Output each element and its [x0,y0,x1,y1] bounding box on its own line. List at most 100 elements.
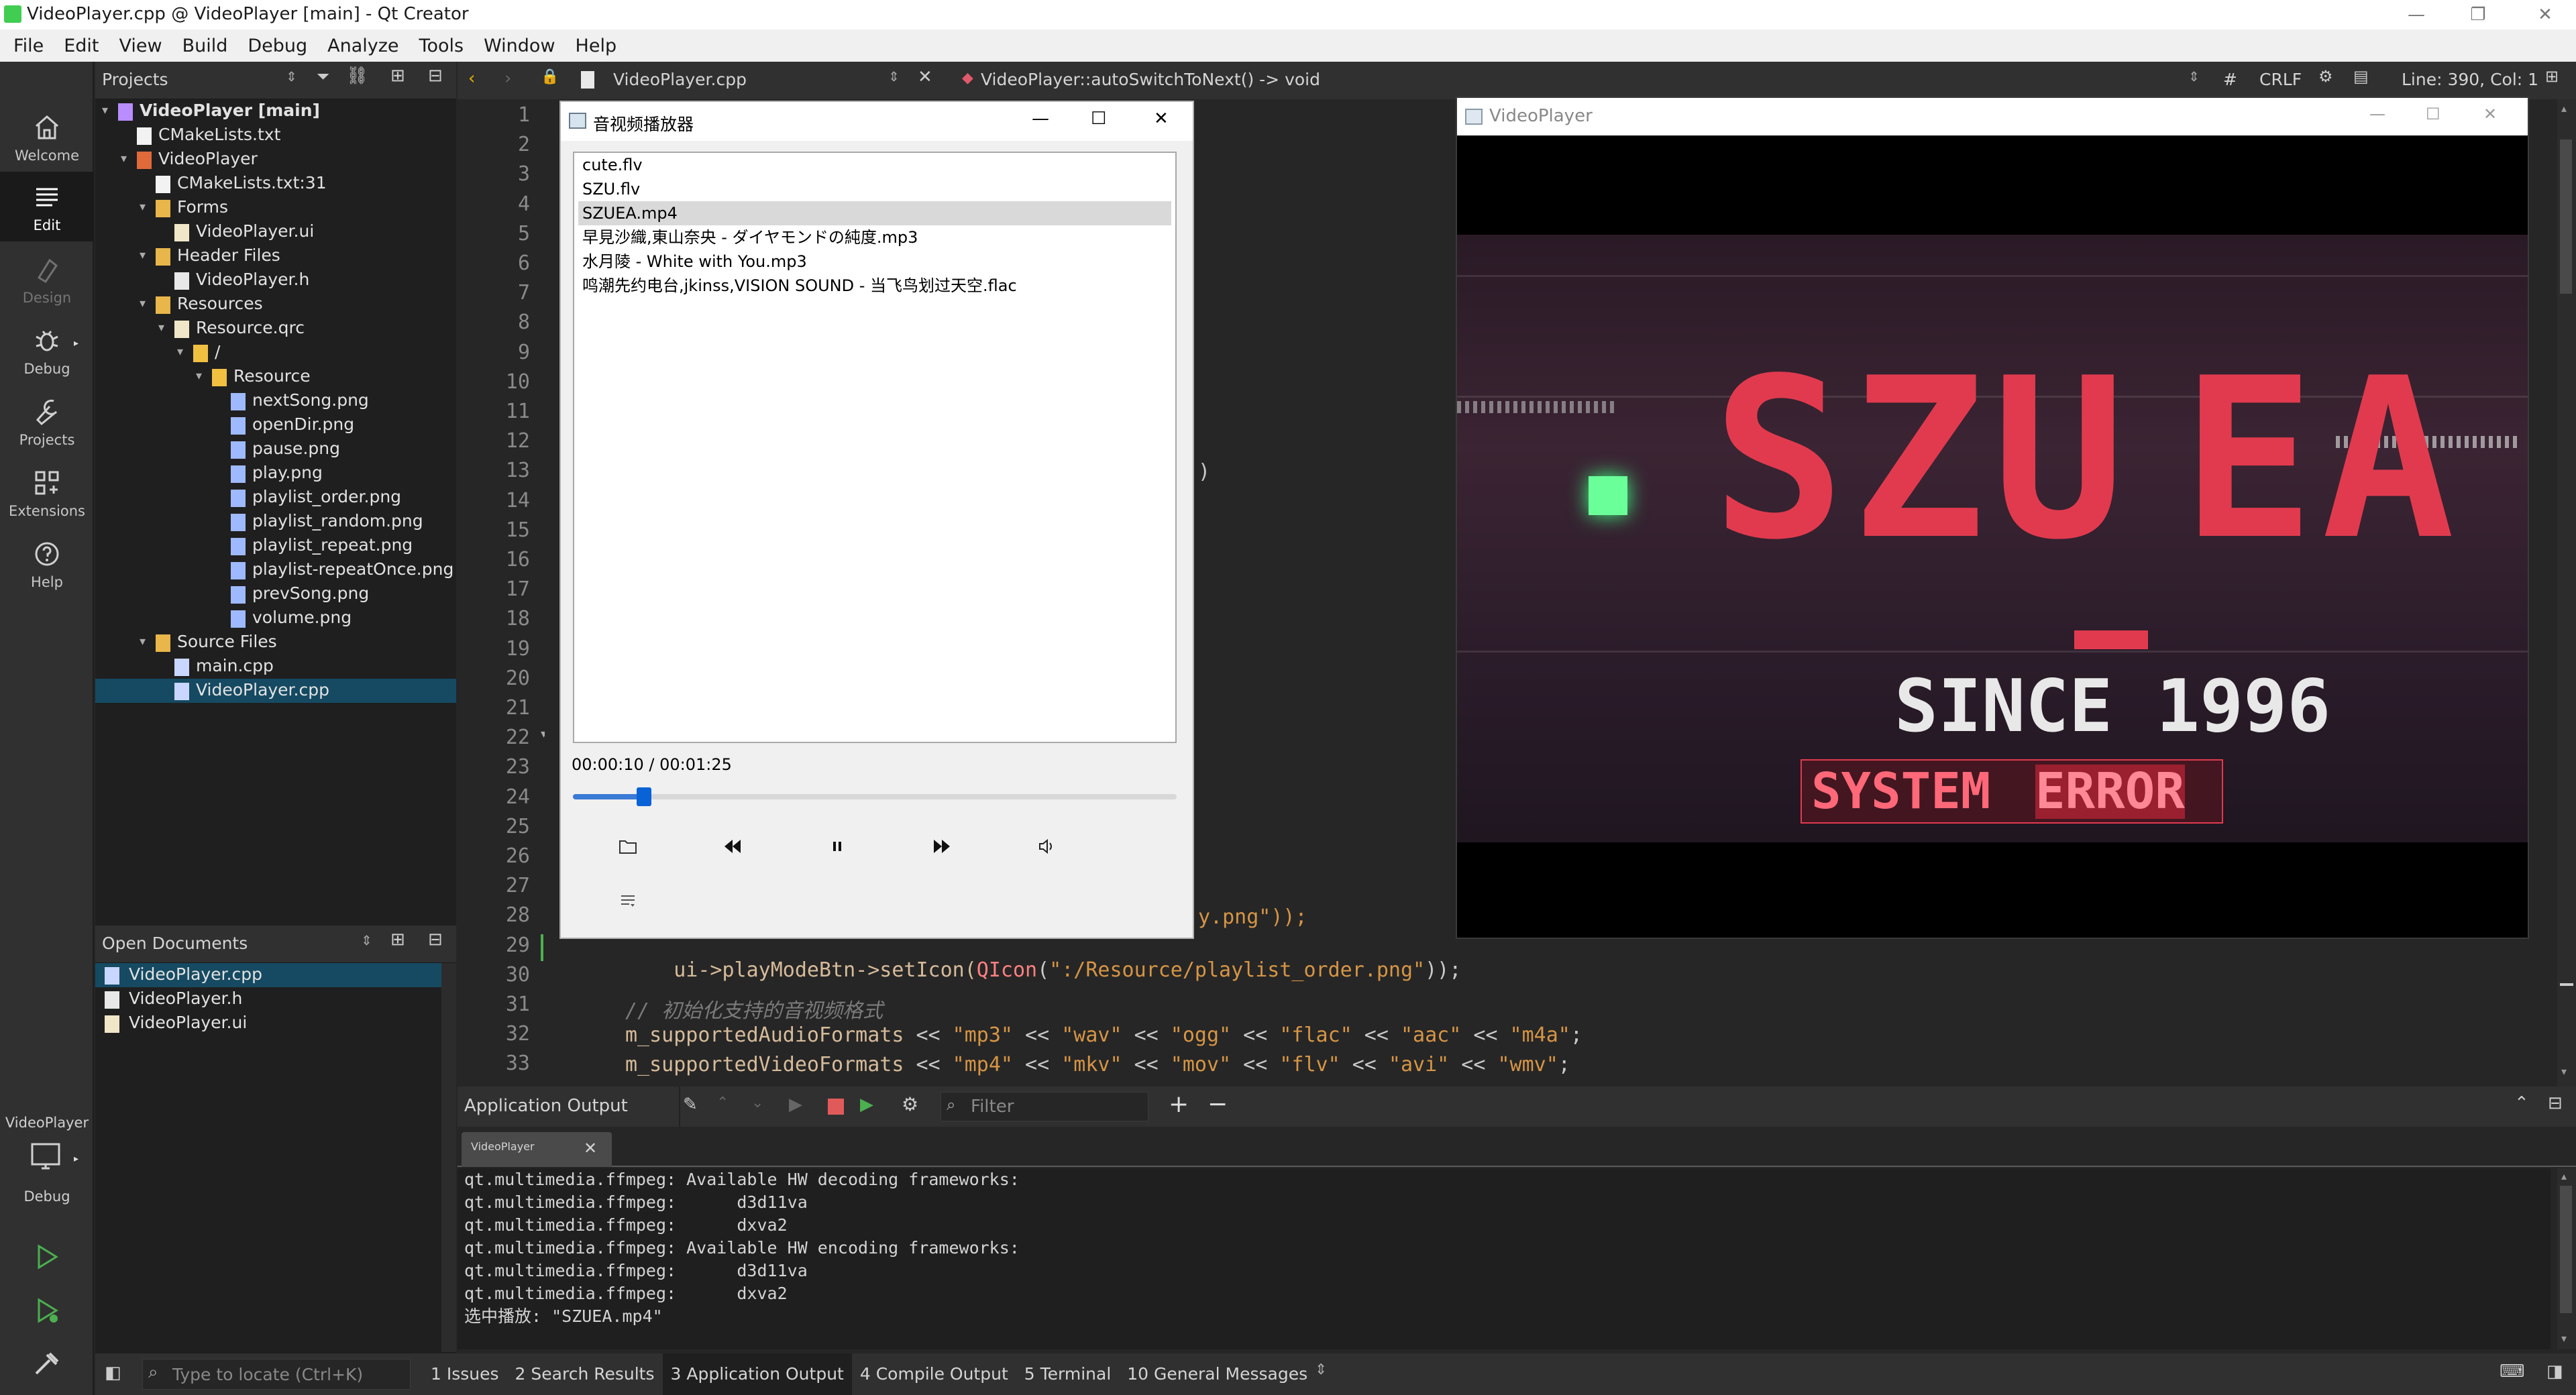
progress-slider-track[interactable] [573,794,1177,799]
line-ending-label[interactable]: CRLF [2259,70,2302,89]
mode-help[interactable]: Help [0,528,94,598]
playlist-item[interactable]: SZU.flv [578,177,1171,201]
playlist-item[interactable]: cute.flv [578,153,1171,177]
zoom-out-icon[interactable]: − [1208,1091,1228,1118]
split-icon[interactable]: ⊞ [390,66,405,86]
stop-icon[interactable] [828,1099,844,1115]
project-tree-item[interactable]: ▾ Resource [95,365,456,389]
play-mode-button[interactable] [608,880,648,920]
project-tree-item[interactable]: VideoPlayer.ui [95,220,456,244]
split-editor-icon[interactable]: ⊞ [2545,67,2559,86]
project-tree-item[interactable]: pause.png [95,437,456,461]
debug-run-button[interactable] [30,1293,64,1328]
playlist-item[interactable]: 早見沙織,東山奈央 - ダイヤモンドの純度.mp3 [578,225,1171,249]
output-scrollbar[interactable]: ▴ ▾ [2557,1168,2576,1349]
split-icon[interactable]: ⊞ [390,930,405,950]
project-tree-item[interactable]: ▾ Source Files [95,630,456,655]
expand-arrow-icon[interactable]: ▾ [177,345,191,359]
expand-arrow-icon[interactable]: ▾ [158,321,172,335]
filter-icon[interactable]: ⏷ [317,67,329,86]
forward-icon[interactable]: › [504,68,511,89]
minimize-icon[interactable]: — [2369,105,2385,123]
kit-selector[interactable] [27,1139,67,1179]
project-tree-item[interactable]: play.png [95,461,456,486]
output-tab[interactable]: VideoPlayer ✕ [462,1132,612,1167]
close-icon[interactable]: ✕ [2514,0,2576,30]
project-tree-item[interactable]: ▾ VideoPlayer [main] [95,99,456,123]
pause-button[interactable] [817,826,857,867]
expand-arrow-icon[interactable]: ▾ [140,634,153,649]
scroll-down-icon[interactable]: ▾ [2561,1065,2567,1078]
pane-tab[interactable]: 3 Application Output [662,1353,852,1395]
mode-extensions[interactable]: Extensions [0,457,94,527]
pane-tab[interactable]: 2 Search Results [507,1353,663,1395]
attach-debugger-icon[interactable]: ▶ [860,1095,873,1115]
project-tree-item[interactable]: ▾ Forms [95,196,456,220]
project-tree-item[interactable]: ▾ VideoPlayer [95,148,456,172]
project-tree-item[interactable]: prevSong.png [95,582,456,606]
close-file-icon[interactable]: ✕ [918,67,932,87]
file-selector-icon[interactable]: ⇕ [888,68,900,85]
playlist[interactable]: cute.flv SZU.flv SZUEA.mp4 早見沙織,東山奈央 - ダ… [573,152,1177,743]
close-icon[interactable]: ✕ [1154,109,1169,129]
scroll-down-icon[interactable]: ▾ [2561,1332,2567,1345]
project-tree-item[interactable]: CMakeLists.txt [95,123,456,148]
playlist-item-selected[interactable]: SZUEA.mp4 [578,201,1171,225]
menu-build[interactable]: Build [182,36,228,56]
menu-debug[interactable]: Debug [248,36,307,56]
project-tree-item[interactable]: main.cpp [95,655,456,679]
project-tree-item[interactable]: playlist-repeatOnce.png [95,558,456,582]
toggle-sidebar-icon[interactable]: ◧ [105,1363,121,1383]
project-tree-item[interactable]: ▾ Header Files [95,244,456,268]
settings-icon[interactable]: ⚙ [902,1093,918,1115]
build-button[interactable] [30,1347,64,1382]
close-icon[interactable]: ✕ [2483,105,2497,123]
menu-file[interactable]: File [13,36,44,56]
editor-scroll-thumb[interactable] [2560,140,2572,294]
project-tree-item[interactable]: openDir.png [95,413,456,437]
menu-help[interactable]: Help [576,36,617,56]
pane-tab[interactable]: 10 General Messages [1119,1353,1316,1395]
encoding-settings-icon[interactable]: ⚙ [2318,67,2333,86]
clean-output-icon[interactable]: ✎ [683,1095,698,1115]
expand-arrow-icon[interactable]: ▾ [196,369,209,383]
maximize-icon[interactable]: ☐ [1091,109,1106,129]
current-file-label[interactable]: VideoPlayer.cpp [613,70,747,89]
project-tree-item[interactable]: ▾ / [95,341,456,365]
menu-window[interactable]: Window [484,36,555,56]
minimize-icon[interactable]: — [1032,109,1049,129]
scroll-up-icon[interactable]: ▴ [2561,102,2567,115]
expand-arrow-icon[interactable]: ▾ [121,152,134,166]
projects-view-selector-icon[interactable]: ⇕ [286,68,297,85]
menu-edit[interactable]: Edit [64,36,99,56]
pane-tab[interactable]: 5 Terminal [1016,1353,1120,1395]
previous-item-icon[interactable]: ⌃ [716,1095,729,1111]
mode-design[interactable]: Design [0,244,94,314]
project-tree-item[interactable]: playlist_order.png [95,486,456,510]
menu-analyze[interactable]: Analyze [327,36,398,56]
pane-tab[interactable]: 4 Compile Output [852,1353,1016,1395]
close-pane-icon[interactable]: ⊟ [428,930,443,950]
maximize-icon[interactable]: ☐ [2426,105,2440,123]
scroll-up-icon[interactable]: ▴ [2561,1170,2567,1182]
expand-arrow-icon[interactable]: ▾ [140,200,153,214]
sync-link-icon[interactable]: ⛓ [346,66,368,86]
expand-arrow-icon[interactable]: ▾ [102,103,115,117]
progress-slider-handle[interactable] [637,787,651,806]
expand-arrow-icon[interactable]: ▾ [140,248,153,262]
restore-icon[interactable]: ❐ [2447,0,2509,30]
run-button[interactable] [30,1239,64,1274]
output-filter[interactable]: ⌕ Filter [941,1092,1148,1121]
mode-welcome[interactable]: Welcome [0,102,94,172]
next-item-icon[interactable]: ⌄ [751,1095,763,1111]
menu-tools[interactable]: Tools [419,36,464,56]
menu-view[interactable]: View [119,36,162,56]
previous-song-button[interactable] [712,826,753,867]
back-icon[interactable]: ‹ [468,68,475,89]
document-icon[interactable]: ▤ [2353,67,2369,86]
project-tree-item[interactable]: CMakeLists.txt:31 [95,172,456,196]
minimize-icon[interactable]: — [2385,0,2447,30]
project-tree-item[interactable]: playlist_repeat.png [95,534,456,558]
preprocessor-label[interactable]: # [2223,70,2237,89]
open-folder-button[interactable] [608,826,648,867]
